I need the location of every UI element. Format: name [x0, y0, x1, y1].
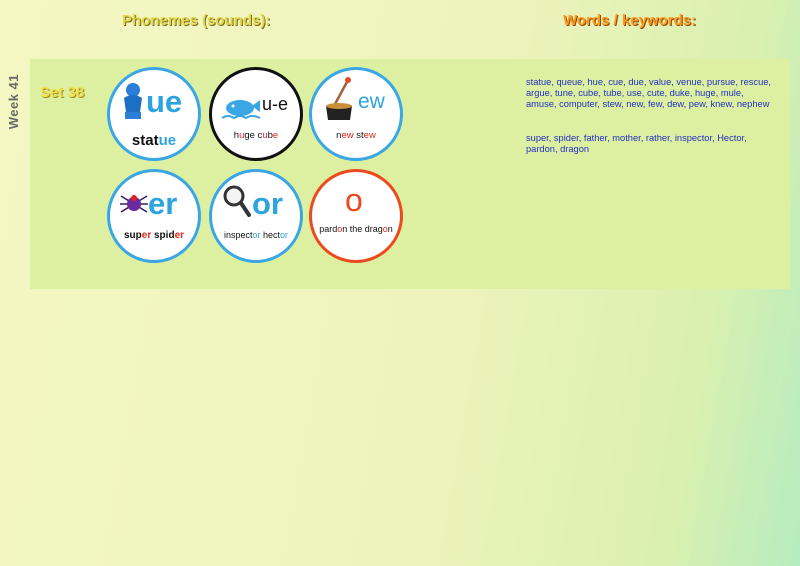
- grapheme: or: [252, 186, 283, 221]
- grapheme: u-e: [262, 94, 289, 114]
- grapheme: ue: [146, 84, 183, 119]
- badge-u-e[interactable]: u-e huge cube: [209, 67, 303, 161]
- week-label: Week 41: [6, 74, 21, 130]
- words-header: Words / keywords:: [563, 12, 697, 29]
- badge-or[interactable]: or inspector hector: [209, 169, 303, 263]
- grapheme: er: [148, 186, 178, 221]
- badge-ue[interactable]: ue statue: [107, 67, 201, 161]
- statue-icon: [124, 83, 142, 119]
- badge-er[interactable]: er super spider: [107, 169, 201, 263]
- badge-o[interactable]: o pardon the dragon: [309, 169, 403, 263]
- caption: inspector hector: [223, 230, 289, 240]
- phonemes-header: Phonemes (sounds):: [122, 12, 271, 29]
- grapheme: o: [345, 182, 363, 218]
- spider-icon: [120, 195, 148, 213]
- magnifying-glass-icon: [223, 185, 251, 217]
- whale-icon: [221, 100, 261, 120]
- set-label: Set 38: [40, 84, 85, 101]
- caption: statue: [131, 132, 177, 149]
- keywords-list-2: super, spider, father, mother, rather, i…: [526, 133, 747, 155]
- caption: huge cube: [233, 130, 279, 141]
- grapheme: ew: [358, 90, 385, 113]
- caption: new stew: [336, 130, 376, 141]
- badge-ew[interactable]: ew new stew: [309, 67, 403, 161]
- stew-pot-icon: [326, 77, 352, 120]
- caption: pardon the dragon: [319, 224, 393, 234]
- caption: super spider: [123, 230, 185, 241]
- keywords-list-1: statue, queue, hue, cue, due, value, ven…: [526, 77, 771, 110]
